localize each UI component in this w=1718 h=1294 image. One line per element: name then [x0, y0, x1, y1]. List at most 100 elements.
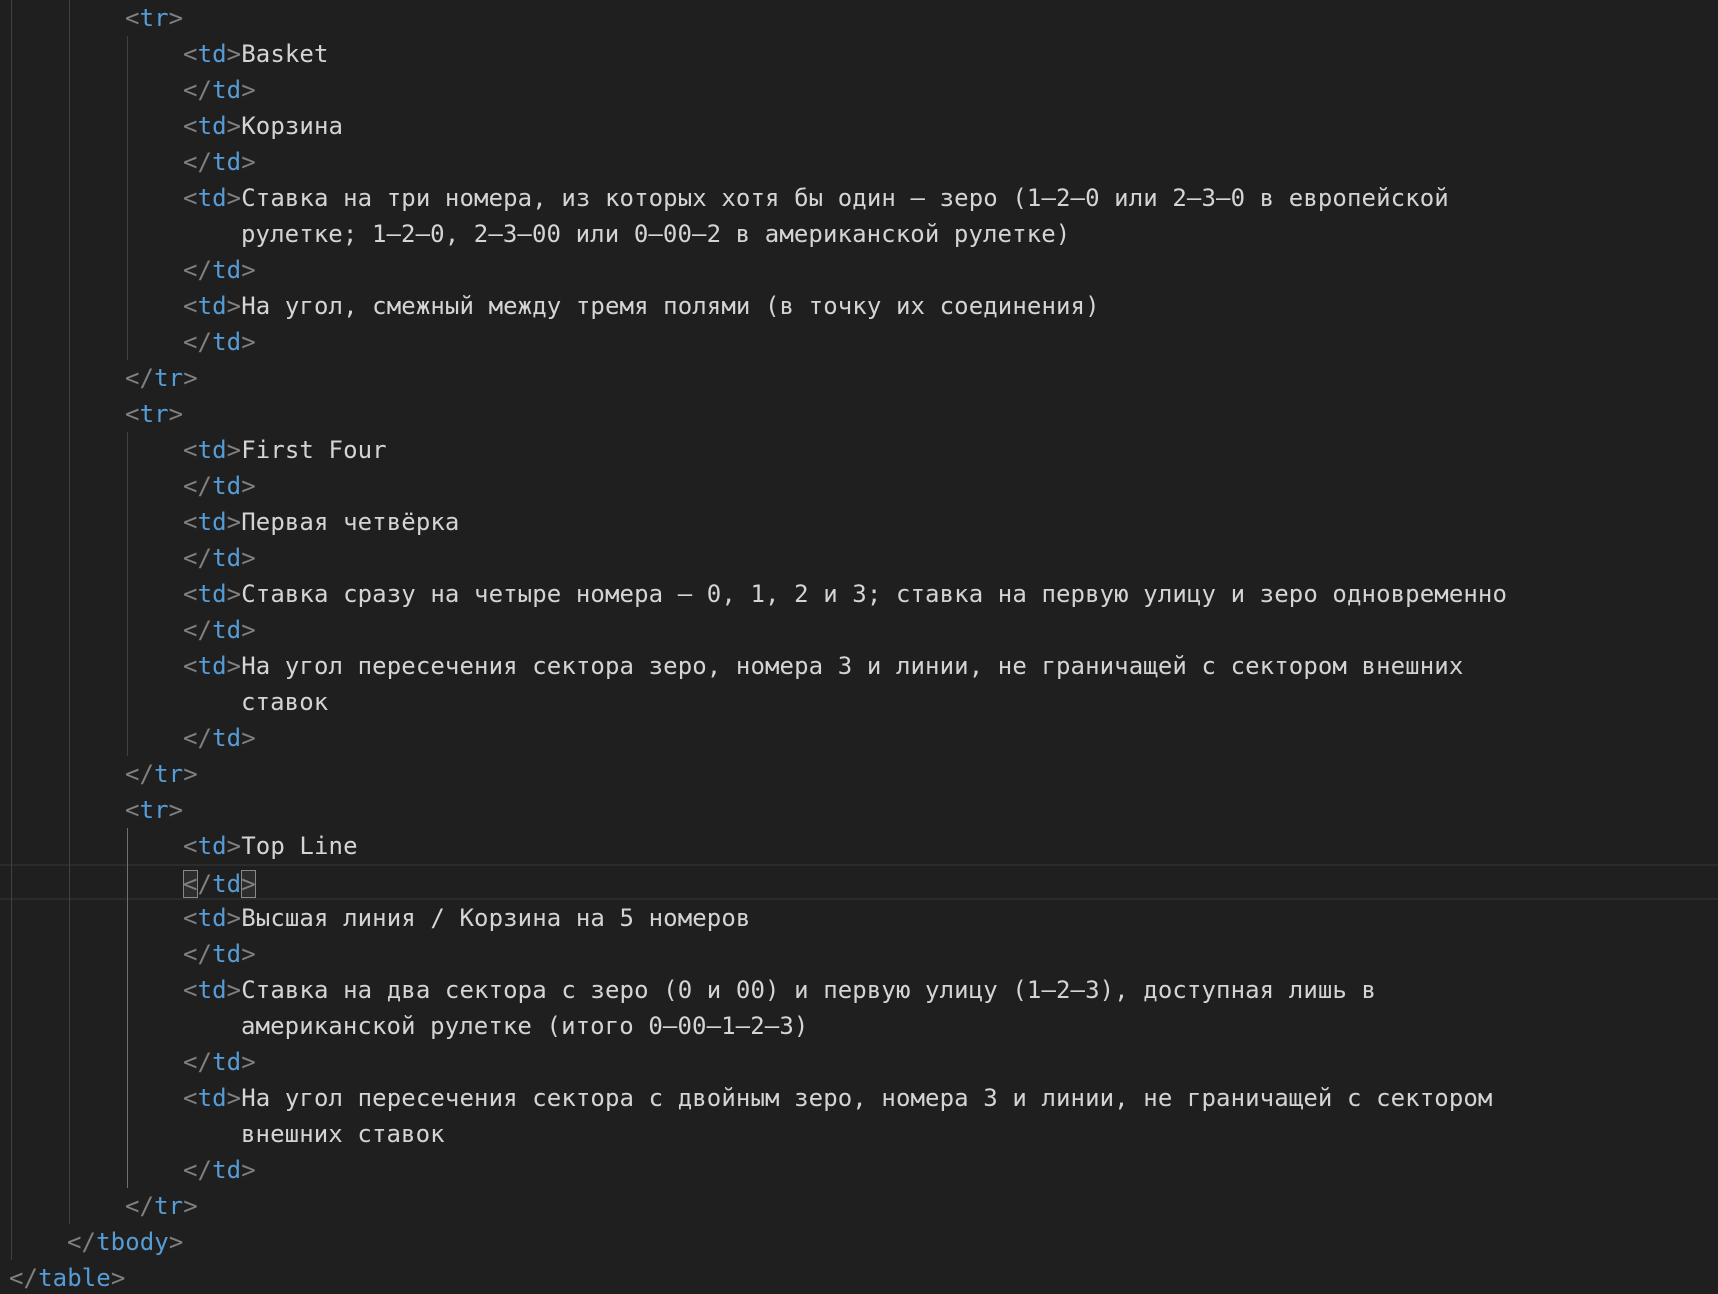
angle-bracket-open: </ — [9, 1264, 39, 1292]
code-line[interactable]: </table> — [0, 1260, 1718, 1294]
code-line[interactable]: </td> — [0, 252, 1718, 288]
code-line[interactable]: <td>First Four — [0, 432, 1718, 468]
tag-name: td — [212, 256, 242, 284]
code-line[interactable]: </tr> — [0, 756, 1718, 792]
code-line-wrapped[interactable]: американской рулетке (итого 0–00–1–2–3) — [0, 1008, 1718, 1044]
code-line[interactable]: <td>Корзина — [0, 108, 1718, 144]
code-line[interactable]: <td>Ставка сразу на четыре номера — 0, 1… — [0, 576, 1718, 612]
text-content: американской рулетке (итого 0–00–1–2–3) — [241, 1012, 809, 1040]
code-editor[interactable]: <tr> <td>Basket </td> <td>Корзина </td> <td>С… — [0, 0, 1718, 1294]
text-content: Ставка сразу на четыре номера — 0, 1, 2 … — [241, 580, 1508, 608]
code-line[interactable]: <td>Высшая линия / Корзина на 5 номеров — [0, 900, 1718, 936]
code-line[interactable]: </td> — [0, 612, 1718, 648]
indent-guide — [127, 828, 128, 1188]
code-line[interactable]: </td> — [0, 540, 1718, 576]
angle-bracket-close: > — [110, 1264, 126, 1292]
angle-bracket-close: > — [226, 436, 242, 464]
code-line[interactable]: <tr> — [0, 396, 1718, 432]
code-line[interactable]: </td> — [0, 72, 1718, 108]
angle-bracket-open: </ — [183, 940, 213, 968]
code-line[interactable]: <tr> — [0, 0, 1718, 36]
code-line-wrapped[interactable]: ставок — [0, 684, 1718, 720]
code-line-wrapped[interactable]: внешних ставок — [0, 1116, 1718, 1152]
tag-name: tr — [154, 760, 184, 788]
code-line[interactable]: </td> — [0, 936, 1718, 972]
angle-bracket-close: > — [241, 256, 256, 284]
tag-name: td — [197, 292, 227, 320]
angle-bracket-open: < — [183, 292, 198, 320]
angle-bracket-open: < — [125, 796, 140, 824]
tag-name: td — [197, 904, 227, 932]
code-line[interactable]: <td>На угол пересечения сектора с двойны… — [0, 1080, 1718, 1116]
tag-name: td — [212, 616, 242, 644]
tag-name: td — [197, 184, 227, 212]
code-line[interactable]: <td>На угол пересечения сектора зеро, но… — [0, 648, 1718, 684]
angle-bracket-close: > — [241, 1156, 256, 1184]
tag-name: td — [212, 940, 242, 968]
tag-name: tr — [139, 796, 169, 824]
angle-bracket-close: > — [183, 760, 198, 788]
angle-bracket-close: > — [168, 4, 184, 32]
tag-name: td — [197, 112, 227, 140]
indent-guide — [127, 36, 128, 360]
tag-name: td — [197, 508, 227, 536]
code-line[interactable]: <td>Ставка на два сектора с зеро (0 и 00… — [0, 972, 1718, 1008]
code-line[interactable]: </td> — [0, 1044, 1718, 1080]
angle-bracket-close: > — [226, 1084, 242, 1112]
angle-bracket-close: > — [226, 40, 242, 68]
text-content: Top Line — [241, 832, 358, 860]
code-line[interactable]: <tr> — [0, 792, 1718, 828]
angle-bracket-open: </ — [183, 472, 213, 500]
tag-name: td — [212, 1156, 242, 1184]
angle-bracket-close: > — [241, 1048, 256, 1076]
code-line[interactable]: <td>Первая четвёрка — [0, 504, 1718, 540]
code-line[interactable]: </tr> — [0, 360, 1718, 396]
code-line[interactable]: </td> — [0, 468, 1718, 504]
text-content: рулетке; 1–2–0, 2–3–00 или 0–00–2 в амер… — [241, 220, 1071, 248]
angle-bracket-close: > — [226, 580, 242, 608]
angle-bracket-close: > — [241, 472, 256, 500]
angle-bracket-close: > — [226, 976, 242, 1004]
tag-name: td — [197, 976, 227, 1004]
angle-bracket-open: < — [183, 580, 198, 608]
text-content: Ставка на три номера, из которых хотя бы… — [241, 184, 1449, 212]
angle-bracket-open: < — [183, 436, 198, 464]
text-content: На угол, смежный между тремя полями (в т… — [241, 292, 1100, 320]
text-content: внешних ставок — [241, 1120, 445, 1148]
angle-bracket-close: > — [183, 364, 198, 392]
angle-bracket-open: < — [183, 40, 198, 68]
code-line[interactable]: </tbody> — [0, 1224, 1718, 1260]
code-line[interactable]: </tr> — [0, 1188, 1718, 1224]
angle-bracket-open: </ — [183, 148, 213, 176]
angle-bracket-open: < — [183, 1084, 198, 1112]
code-line[interactable]: </td> — [0, 324, 1718, 360]
angle-bracket-open: < — [183, 652, 198, 680]
text-content: На угол пересечения сектора зеро, номера… — [241, 652, 1464, 680]
slash: / — [197, 870, 213, 898]
indent-guide — [11, 0, 12, 1260]
angle-bracket-close: > — [226, 184, 242, 212]
code-line[interactable]: <td>Basket — [0, 36, 1718, 72]
code-line[interactable]: </td> — [0, 720, 1718, 756]
angle-bracket-close: > — [241, 940, 256, 968]
code-line[interactable]: </td> — [0, 1152, 1718, 1188]
angle-bracket-open: </ — [183, 1048, 213, 1076]
code-line[interactable]: </td> — [0, 144, 1718, 180]
angle-bracket-open: < — [183, 832, 198, 860]
code-line[interactable]: <td>На угол, смежный между тремя полями … — [0, 288, 1718, 324]
code-line-wrapped[interactable]: рулетке; 1–2–0, 2–3–00 или 0–00–2 в амер… — [0, 216, 1718, 252]
code-line[interactable]: <td>Ставка на три номера, из которых хот… — [0, 180, 1718, 216]
tag-name: td — [197, 40, 227, 68]
text-content: Первая четвёрка — [241, 508, 460, 536]
angle-bracket-open: < — [183, 508, 198, 536]
angle-bracket-close: > — [226, 904, 242, 932]
angle-bracket-close: > — [226, 292, 242, 320]
code-line[interactable]: <td>Top Line — [0, 828, 1718, 864]
bracket-match-highlight: > — [241, 870, 256, 898]
tag-name: table — [38, 1264, 111, 1292]
code-line[interactable]: </td> — [0, 864, 1718, 900]
angle-bracket-open: </ — [183, 328, 213, 356]
angle-bracket-close: > — [226, 112, 242, 140]
text-content: Высшая линия / Корзина на 5 номеров — [241, 904, 751, 932]
tag-name: tr — [139, 4, 169, 32]
